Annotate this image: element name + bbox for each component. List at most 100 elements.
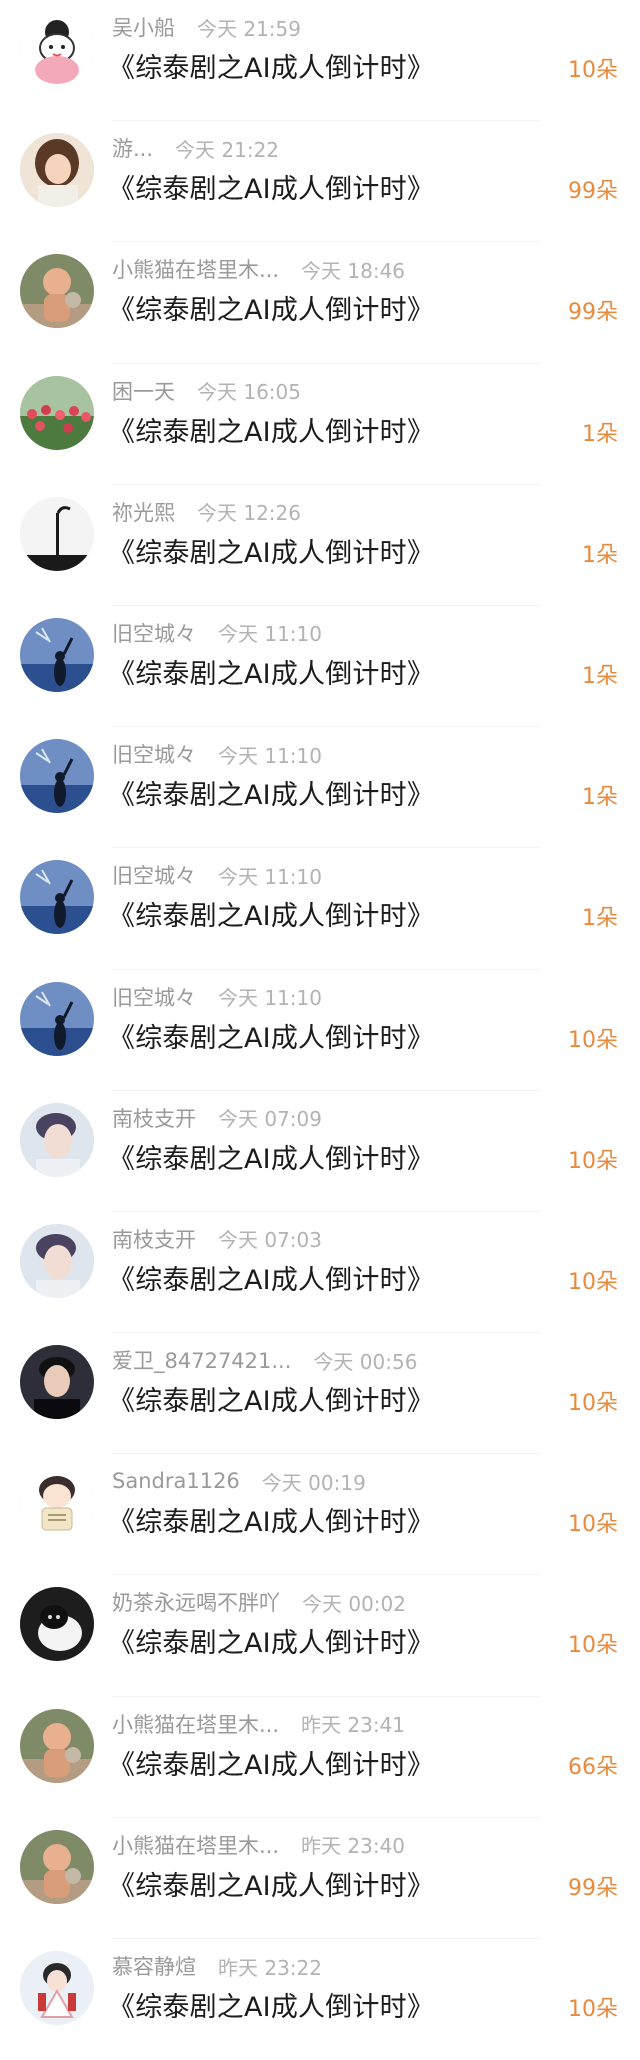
gift-count: 10朵	[568, 1391, 618, 1417]
list-item[interactable]: 奶茶永远喝不胖吖 今天 00:02 《综泰剧之AI成人倒计时》 10朵	[0, 1575, 640, 1697]
gift-count: 99朵	[568, 300, 618, 326]
work-title[interactable]: 《综泰剧之AI成人倒计时》	[108, 1985, 434, 2024]
timestamp: 今天 21:59	[197, 16, 301, 41]
list-item[interactable]: 游... 今天 21:22 《综泰剧之AI成人倒计时》 99朵	[0, 121, 640, 243]
gift-count: 99朵	[568, 1875, 618, 1901]
timestamp: 今天 16:05	[197, 380, 301, 405]
user-name[interactable]: 祢光熙	[112, 497, 175, 527]
timestamp: 今天 11:10	[218, 622, 322, 647]
blue-sky-silhouette-avatar[interactable]	[20, 860, 94, 935]
girl-costume-avatar[interactable]	[20, 1951, 94, 2025]
list-item[interactable]: 祢光熙 今天 12:26 《综泰剧之AI成人倒计时》 1朵	[0, 485, 640, 607]
timestamp: 今天 11:10	[218, 986, 322, 1010]
gift-count: 10朵	[568, 1512, 618, 1538]
work-title[interactable]: 《综泰剧之AI成人倒计时》	[108, 894, 434, 933]
list-item[interactable]: 爱卫_84727421... 今天 00:56 《综泰剧之AI成人倒计时》 10…	[0, 1333, 640, 1455]
work-title[interactable]: 《综泰剧之AI成人倒计时》	[108, 1743, 434, 1782]
list-item[interactable]: 吴小船 今天 21:59 《综泰剧之AI成人倒计时》 10朵	[0, 0, 640, 122]
list-item[interactable]: 南枝支开 今天 07:09 《综泰剧之AI成人倒计时》 10朵	[0, 1091, 640, 1213]
work-title[interactable]: 《综泰剧之AI成人倒计时》	[108, 288, 434, 327]
item-meta: 小熊猫在塔里木... 今天 18:46	[112, 254, 405, 284]
timestamp: 今天 11:10	[218, 743, 322, 768]
list-item[interactable]: 旧空城々 今天 11:10 《综泰剧之AI成人倒计时》 10朵	[0, 970, 640, 1091]
dark-portrait-avatar[interactable]	[20, 1345, 94, 1420]
cartoon-girl-avatar[interactable]	[20, 12, 94, 86]
gift-count: 1朵	[582, 663, 618, 689]
blue-sky-silhouette-avatar[interactable]	[20, 739, 94, 814]
gift-count: 10朵	[568, 1269, 618, 1295]
user-name[interactable]: 游...	[112, 133, 153, 163]
user-name[interactable]: 爱卫_84727421...	[112, 1345, 291, 1375]
work-title[interactable]: 《综泰剧之AI成人倒计时》	[108, 1379, 434, 1418]
work-title[interactable]: 《综泰剧之AI成人倒计时》	[108, 167, 434, 206]
list-item[interactable]: 旧空城々 今天 11:10 《综泰剧之AI成人倒计时》 1朵	[0, 606, 640, 728]
streetlamp-avatar[interactable]	[20, 496, 94, 571]
item-meta: 旧空城々 今天 11:10	[112, 982, 322, 1012]
child-photo-avatar[interactable]	[20, 1708, 94, 1783]
list-item[interactable]: 小熊猫在塔里木... 昨天 23:41 《综泰剧之AI成人倒计时》 66朵	[0, 1697, 640, 1819]
work-title[interactable]: 《综泰剧之AI成人倒计时》	[108, 1864, 434, 1903]
user-name[interactable]: 旧空城々	[112, 739, 196, 769]
work-title[interactable]: 《综泰剧之AI成人倒计时》	[108, 531, 434, 570]
work-title[interactable]: 《综泰剧之AI成人倒计时》	[108, 1016, 434, 1055]
user-name[interactable]: 小熊猫在塔里木...	[112, 1709, 279, 1739]
list-item[interactable]: 小熊猫在塔里木... 今天 18:46 《综泰剧之AI成人倒计时》 99朵	[0, 242, 640, 364]
work-title[interactable]: 《综泰剧之AI成人倒计时》	[108, 773, 434, 812]
timestamp: 今天 00:02	[302, 1591, 406, 1616]
item-meta: 小熊猫在塔里木... 昨天 23:41	[112, 1709, 405, 1739]
timestamp: 今天 12:26	[197, 501, 301, 526]
list-item[interactable]: Sandra1126 今天 00:19 《综泰剧之AI成人倒计时》 10朵	[0, 1454, 640, 1576]
child-photo-avatar[interactable]	[20, 254, 94, 329]
tulip-field-avatar[interactable]	[20, 375, 94, 450]
work-title[interactable]: 《综泰剧之AI成人倒计时》	[108, 410, 434, 449]
user-name[interactable]: 南枝支开	[112, 1224, 196, 1254]
timestamp: 今天 00:19	[261, 1470, 366, 1495]
user-name[interactable]: 小熊猫在塔里木...	[112, 254, 279, 284]
item-meta: 吴小船 今天 21:59	[112, 12, 301, 42]
item-meta: 困一天 今天 16:05	[112, 376, 301, 406]
work-title[interactable]: 《综泰剧之AI成人倒计时》	[108, 1621, 434, 1660]
blue-sky-silhouette-avatar[interactable]	[20, 617, 94, 692]
list-item[interactable]: 旧空城々 今天 11:10 《综泰剧之AI成人倒计时》 1朵	[0, 727, 640, 849]
gift-record-list: 吴小船 今天 21:59 《综泰剧之AI成人倒计时》 10朵 游... 今天 2…	[0, 0, 640, 2060]
timestamp: 今天 07:09	[218, 1107, 322, 1132]
user-name[interactable]: 吴小船	[112, 12, 175, 42]
work-title[interactable]: 《综泰剧之AI成人倒计时》	[108, 1500, 434, 1539]
man-portrait-avatar[interactable]	[20, 1223, 94, 1298]
user-name[interactable]: 奶茶永远喝不胖吖	[112, 1587, 280, 1617]
list-item[interactable]: 南枝支开 今天 07:03 《综泰剧之AI成人倒计时》 10朵	[0, 1212, 640, 1334]
user-name[interactable]: 旧空城々	[112, 982, 196, 1012]
girl-portrait-avatar[interactable]	[20, 133, 94, 208]
timestamp: 昨天 23:41	[301, 1713, 406, 1738]
item-meta: 南枝支开 今天 07:09	[112, 1103, 322, 1133]
blue-sky-silhouette-avatar[interactable]	[20, 981, 94, 1056]
gift-count: 10朵	[568, 1148, 618, 1174]
item-meta: 游... 今天 21:22	[112, 133, 279, 163]
gift-count: 10朵	[568, 58, 618, 83]
item-meta: 旧空城々 今天 11:10	[112, 860, 322, 890]
gift-count: 10朵	[568, 1997, 618, 2022]
user-name[interactable]: 慕容静煊	[112, 1951, 196, 1981]
black-white-cat-avatar[interactable]	[20, 1587, 94, 1662]
list-item[interactable]: 旧空城々 今天 11:10 《综泰剧之AI成人倒计时》 1朵	[0, 848, 640, 970]
work-title[interactable]: 《综泰剧之AI成人倒计时》	[108, 46, 434, 85]
child-photo-avatar[interactable]	[20, 1829, 94, 1904]
list-item[interactable]: 困一天 今天 16:05 《综泰剧之AI成人倒计时》 1朵	[0, 364, 640, 485]
work-title[interactable]: 《综泰剧之AI成人倒计时》	[108, 1137, 434, 1176]
timestamp: 昨天 23:40	[301, 1834, 406, 1859]
user-name[interactable]: 小熊猫在塔里木...	[112, 1830, 279, 1860]
user-name[interactable]: Sandra1126	[112, 1469, 240, 1493]
chibi-boy-avatar[interactable]	[20, 1466, 94, 1541]
gift-count: 1朵	[582, 906, 618, 932]
list-item[interactable]: 小熊猫在塔里木... 昨天 23:40 《综泰剧之AI成人倒计时》 99朵	[0, 1818, 640, 1940]
work-title[interactable]: 《综泰剧之AI成人倒计时》	[108, 652, 434, 691]
gift-count: 1朵	[582, 421, 618, 447]
man-portrait-avatar[interactable]	[20, 1102, 94, 1177]
timestamp: 昨天 23:22	[218, 1955, 322, 1980]
user-name[interactable]: 旧空城々	[112, 618, 196, 648]
item-meta: 南枝支开 今天 07:03	[112, 1224, 322, 1254]
user-name[interactable]: 旧空城々	[112, 860, 196, 890]
work-title[interactable]: 《综泰剧之AI成人倒计时》	[108, 1258, 434, 1297]
user-name[interactable]: 南枝支开	[112, 1103, 196, 1133]
user-name[interactable]: 困一天	[112, 376, 175, 406]
